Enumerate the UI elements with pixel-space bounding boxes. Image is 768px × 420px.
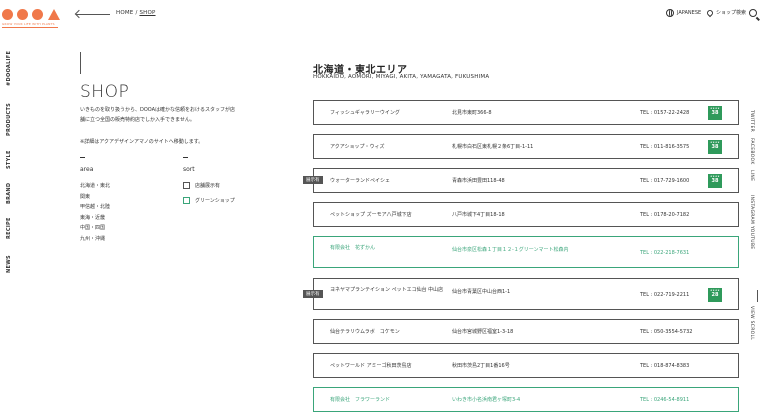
sort-dash (183, 157, 188, 158)
scroll-indicator-line (757, 290, 758, 302)
area-dash (80, 157, 85, 158)
shop-tel[interactable]: TEL : 022-218-7631 (640, 250, 689, 256)
badge-number: 28 (711, 292, 719, 298)
shop-address: 札幌市白石区東札幌２条6丁目-1-11 (452, 144, 534, 150)
language-selector[interactable]: JAPANESE (666, 9, 701, 17)
dealer-badge-icon: ★★★★ 38 (708, 174, 722, 188)
shop-name[interactable]: 仙台テラリウムラボ コケモン (330, 329, 450, 336)
area-link-kanto[interactable]: 関東 (80, 192, 110, 203)
shop-name[interactable]: ペットショップ ズーモア八戸城下店 (330, 212, 450, 219)
sort-green-option[interactable]: グリーンショップ (183, 197, 235, 204)
nav-recipe[interactable]: RECIPE (6, 217, 12, 239)
area-link-hokkaido-tohoku[interactable]: 北海道・東北 (80, 181, 110, 192)
shop-address: いわき市小名浜南君ヶ塚町3-4 (452, 397, 521, 403)
shop-name[interactable]: 有限会社 花ずかん (330, 245, 450, 252)
page-title: SHOP (80, 82, 130, 102)
breadcrumb-current: SHOP (139, 10, 156, 16)
page-note: ※詳細はアクアデザインアマノのサイトへ移動します。 (80, 139, 204, 145)
region-subtitle: HOKKAIDO, AOMORI, MIYAGI, AKITA, YAMAGAT… (313, 74, 490, 80)
shop-tel[interactable]: TEL : 0178-20-7182 (640, 212, 689, 218)
dealer-badge-icon: ★★★★ 38 (708, 106, 722, 120)
display-checkbox[interactable] (183, 182, 190, 189)
logo-dot-icon (17, 9, 28, 20)
display-tag: 展示有 (303, 290, 323, 298)
badge-number: 38 (711, 178, 719, 184)
globe-icon (666, 9, 674, 17)
shop-row[interactable]: アクアショップ・ウィズ 札幌市白石区東札幌２条6丁目-1-11 TEL : 011-… (313, 134, 739, 159)
area-label: area (80, 166, 94, 173)
shop-row[interactable]: 有限会社 花ずかん 仙台市泉区松森１丁目１２-１グリーンマート松森内 TEL : 0… (313, 236, 739, 268)
logo-underline (2, 27, 58, 28)
shop-row[interactable]: フィッシュギャラリーウイング 北見市東町366-8 TEL : 0157-22-24… (313, 100, 739, 125)
sort-green-label: グリーンショップ (195, 198, 235, 204)
shop-name[interactable]: フィッシュギャラリーウイング (330, 110, 450, 117)
green-shop-checkbox[interactable] (183, 197, 190, 204)
shop-name[interactable]: ペットワールド アミーゴ秋田茨島店 (330, 363, 450, 370)
nav-facebook[interactable]: FACEBOOK (749, 138, 754, 165)
shop-tel[interactable]: TEL : 050-3554-5732 (640, 329, 692, 335)
nav-instagram[interactable]: INSTAGRAM (749, 195, 754, 224)
shop-tel[interactable]: TEL : 022-719-2211 (640, 292, 689, 298)
shop-row[interactable]: ペットショップ ズーモア八戸城下店 八戸市城下4丁目18-18 TEL : 0178… (313, 202, 739, 227)
shop-row[interactable]: ウォーターランドペイシェ 青森市浜田豊田118-48 TEL : 017-729-1… (303, 168, 739, 193)
logo-triangle-icon (48, 9, 60, 20)
shop-row[interactable]: ペットワールド アミーゴ秋田茨島店 秋田市茨島2丁目1番16号 TEL : 018-… (313, 353, 739, 378)
map-pin-icon (705, 8, 715, 17)
shop-tel[interactable]: TEL : 018-874-8383 (640, 363, 689, 369)
nav-brand[interactable]: BRAND (6, 183, 12, 204)
logo-dot-icon (32, 9, 43, 20)
sort-display-option[interactable]: 店舗展示有 (183, 182, 220, 189)
section-divider (80, 52, 81, 74)
badge-number: 38 (711, 144, 719, 150)
area-link-kyushu-okinawa[interactable]: 九州・沖縄 (80, 234, 110, 245)
nav-products[interactable]: PRODUCTS (6, 103, 12, 136)
nav-style[interactable]: STYLE (6, 150, 12, 169)
dealer-badge-icon: ★★★★ 28 (708, 288, 722, 302)
page-description: いきものを取り扱うから、DOOAは確かな信頼をおけるスタッフが店舗に立つ全国の販… (80, 107, 236, 123)
area-list: 北海道・東北 関東 甲信越・北陸 東海・近畿 中国・四国 九州・沖縄 (80, 181, 110, 244)
sort-label: sort (183, 166, 195, 173)
shop-address: 八戸市城下4丁目18-18 (452, 212, 505, 218)
shop-address: 北見市東町366-8 (452, 110, 492, 116)
language-label: JAPANESE (677, 10, 702, 16)
shop-row[interactable]: 有限会社 フラワーランド いわき市小名浜南君ヶ塚町3-4 TEL : 0246-54… (313, 387, 739, 412)
search-icon[interactable] (749, 9, 757, 17)
sort-display-label: 店舗展示有 (195, 183, 221, 189)
shop-search-link[interactable]: ショップ検索 (705, 8, 747, 17)
area-link-chugoku-shikoku[interactable]: 中国・四国 (80, 223, 110, 234)
shop-tel[interactable]: TEL : 0246-54-8911 (640, 397, 689, 403)
breadcrumb: HOME / SHOP (116, 10, 156, 16)
shop-search-label: ショップ検索 (716, 10, 747, 16)
shop-name[interactable]: ウォーターランドペイシェ (330, 178, 450, 185)
view-scroll-label: VIEW SCROLL (749, 306, 754, 341)
shop-address: 秋田市茨島2丁目1番16号 (452, 363, 510, 369)
nav-line[interactable]: LINE (749, 170, 754, 181)
area-link-tokai-kinki[interactable]: 東海・近畿 (80, 213, 110, 224)
nav-youtube[interactable]: YOUTUBE (749, 226, 754, 249)
shop-tel[interactable]: TEL : 017-729-1600 (640, 178, 689, 184)
area-link-koshinetsu-hokuriku[interactable]: 甲信越・北陸 (80, 202, 110, 213)
shop-name[interactable]: アクアショップ・ウィズ (330, 144, 450, 151)
shop-name[interactable]: 有限会社 フラワーランド (330, 397, 450, 404)
shop-row[interactable]: 仙台テラリウムラボ コケモン 仙台市宮城野区福室1-3-18 TEL : 050-3… (313, 319, 739, 344)
shop-address: 仙台市宮城野区福室1-3-18 (452, 329, 514, 335)
nav-news[interactable]: NEWS (6, 255, 12, 273)
shop-address: 青森市浜田豊田118-48 (452, 178, 505, 184)
display-tag: 展示有 (303, 176, 323, 184)
nav-twitter[interactable]: TWITTER (749, 110, 754, 132)
shop-tel[interactable]: TEL : 011-816-3575 (640, 144, 689, 150)
logo[interactable]: GROW YOUR LIFE WITH PLANTS (2, 7, 62, 29)
logo-dot-icon (2, 9, 13, 20)
breadcrumb-home[interactable]: HOME (116, 10, 134, 16)
shop-name[interactable]: ヨネヤマプランテイション ペットエコ仙台 中山店 (330, 287, 450, 294)
shop-address: 仙台市青葉区中山台西1-1 (452, 289, 511, 295)
shop-tel[interactable]: TEL : 0157-22-2428 (640, 110, 689, 116)
dealer-badge-icon: ★★★★ 38 (708, 140, 722, 154)
shop-row[interactable]: ヨネヤマプランテイション ペットエコ仙台 中山店 仙台市青葉区中山台西1-1 TEL… (303, 278, 739, 310)
back-arrow-icon[interactable] (76, 14, 110, 15)
badge-number: 38 (711, 110, 719, 116)
shop-address: 仙台市泉区松森１丁目１２-１グリーンマート松森内 (452, 247, 569, 253)
logo-tagline: GROW YOUR LIFE WITH PLANTS (2, 22, 55, 26)
nav-dooalife[interactable]: #DOOALIFE (6, 51, 12, 86)
